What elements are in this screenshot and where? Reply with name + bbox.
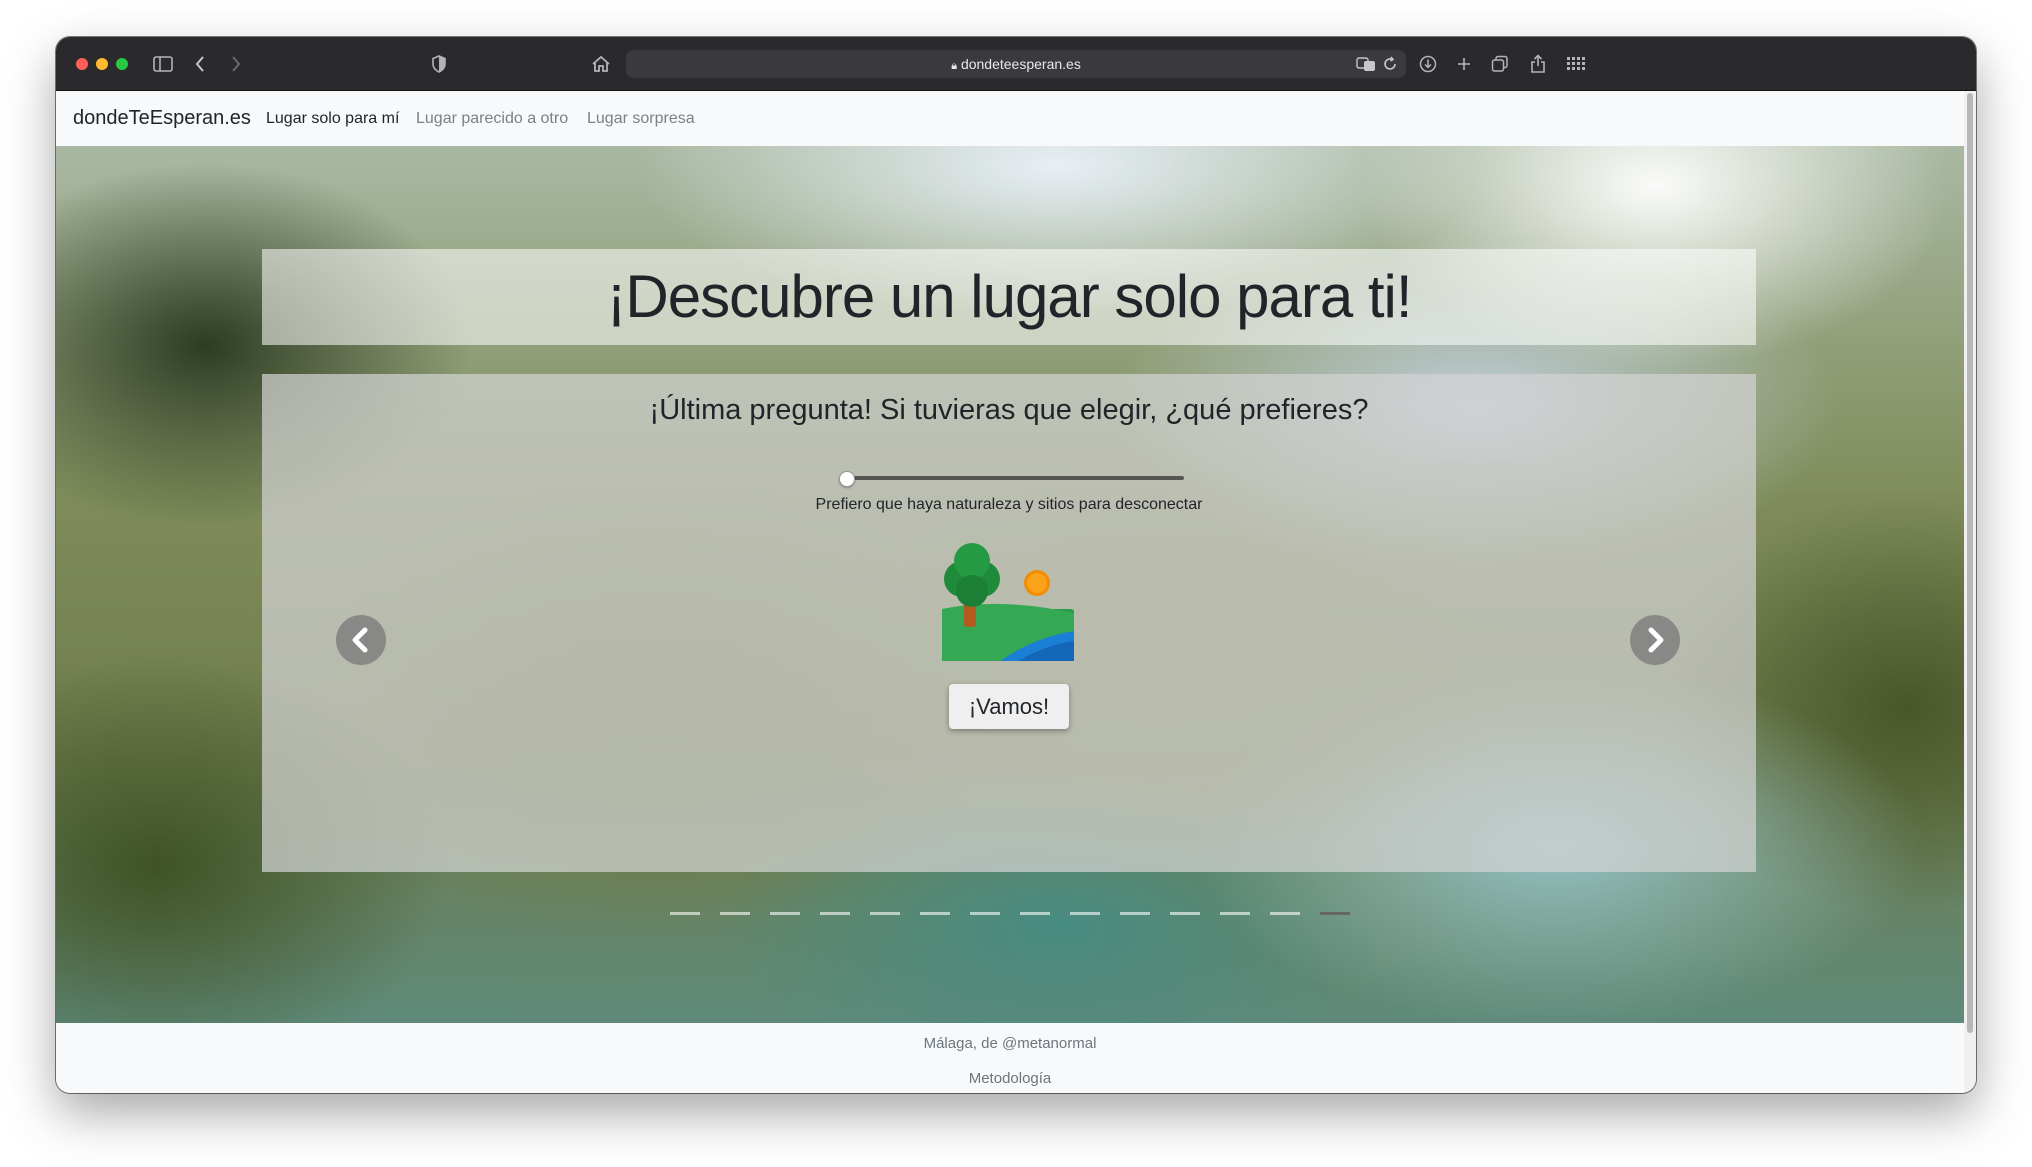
download-icon[interactable]: [1418, 51, 1438, 77]
carousel-indicator[interactable]: [970, 912, 1000, 915]
nav-link-lugar-solo-para-mi[interactable]: Lugar solo para mí: [266, 91, 399, 146]
question-card: ¡Última pregunta! Si tuvieras que elegir…: [262, 374, 1756, 915]
site-brand-link[interactable]: dondeTeEsperan.es: [73, 91, 251, 146]
carousel-next-button[interactable]: [1630, 615, 1680, 665]
slider-caption: Prefiero que haya naturaleza y sitios pa…: [815, 496, 1203, 513]
reload-icon[interactable]: [1382, 56, 1398, 72]
carousel-indicator[interactable]: [1270, 912, 1300, 915]
shield-icon[interactable]: [430, 51, 448, 77]
preference-slider-thumb[interactable]: [839, 471, 855, 487]
minimize-window-button[interactable]: [96, 58, 108, 70]
carousel-indicator[interactable]: [1070, 912, 1100, 915]
close-window-button[interactable]: [76, 58, 88, 70]
carousel-prev-button[interactable]: [336, 615, 386, 665]
scrollbar-thumb[interactable]: [1967, 93, 1973, 1033]
carousel-indicator[interactable]: [770, 912, 800, 915]
nav-link-lugar-parecido[interactable]: Lugar parecido a otro: [416, 91, 568, 146]
title-panel: ¡Descubre un lugar solo para ti!: [262, 249, 1756, 345]
browser-toolbar: 🔒︎ dondeteesperan.es: [56, 37, 1976, 91]
footer-methodology-link[interactable]: Metodología: [56, 1070, 1964, 1087]
address-bar[interactable]: 🔒︎ dondeteesperan.es: [626, 50, 1406, 78]
preference-slider-track[interactable]: [842, 476, 1184, 480]
nature-landscape-icon: [940, 539, 1078, 663]
home-icon[interactable]: [590, 51, 612, 77]
carousel-indicator[interactable]: [1220, 912, 1250, 915]
carousel-indicator[interactable]: [670, 912, 700, 915]
carousel-indicator[interactable]: [920, 912, 950, 915]
site-navbar: dondeTeEsperan.es Lugar solo para mí Lug…: [56, 91, 1964, 146]
back-icon[interactable]: [192, 51, 208, 77]
carousel-indicator[interactable]: [1120, 912, 1150, 915]
nav-link-lugar-sorpresa[interactable]: Lugar sorpresa: [587, 91, 695, 146]
footer-credit-link[interactable]: Málaga, de @metanormal: [56, 1035, 1964, 1052]
url-text: dondeteesperan.es: [960, 56, 1081, 72]
page-title: ¡Descubre un lugar solo para ti!: [606, 263, 1412, 330]
carousel-indicator[interactable]: [1170, 912, 1200, 915]
carousel-indicator-active[interactable]: [1320, 912, 1350, 915]
translate-icon[interactable]: [1356, 56, 1376, 72]
grid-apps-icon[interactable]: [1566, 51, 1586, 77]
hero-background: ¡Descubre un lugar solo para ti! ¡Última…: [56, 146, 1964, 1023]
carousel-indicator[interactable]: [720, 912, 750, 915]
forward-icon[interactable]: [228, 51, 244, 77]
question-text: ¡Última pregunta! Si tuvieras que elegir…: [649, 394, 1369, 426]
carousel-indicator[interactable]: [1020, 912, 1050, 915]
tabs-overview-icon[interactable]: [1490, 51, 1510, 77]
chevron-left-icon: [352, 627, 368, 653]
chevron-right-icon: [1648, 627, 1664, 653]
vamos-button[interactable]: ¡Vamos!: [949, 684, 1069, 729]
site-footer: Málaga, de @metanormal Metodología: [56, 1023, 1964, 1093]
new-tab-icon[interactable]: [1454, 51, 1474, 77]
lock-icon: 🔒︎: [951, 60, 958, 72]
url-display: 🔒︎ dondeteesperan.es: [626, 50, 1406, 80]
zoom-window-button[interactable]: [116, 58, 128, 70]
carousel-indicator[interactable]: [870, 912, 900, 915]
carousel-indicator[interactable]: [820, 912, 850, 915]
browser-window: 🔒︎ dondeteesperan.es dondeTeEsperan.es L…: [56, 37, 1976, 1093]
sidebar-toggle-icon[interactable]: [152, 51, 174, 77]
share-icon[interactable]: [1528, 51, 1548, 77]
